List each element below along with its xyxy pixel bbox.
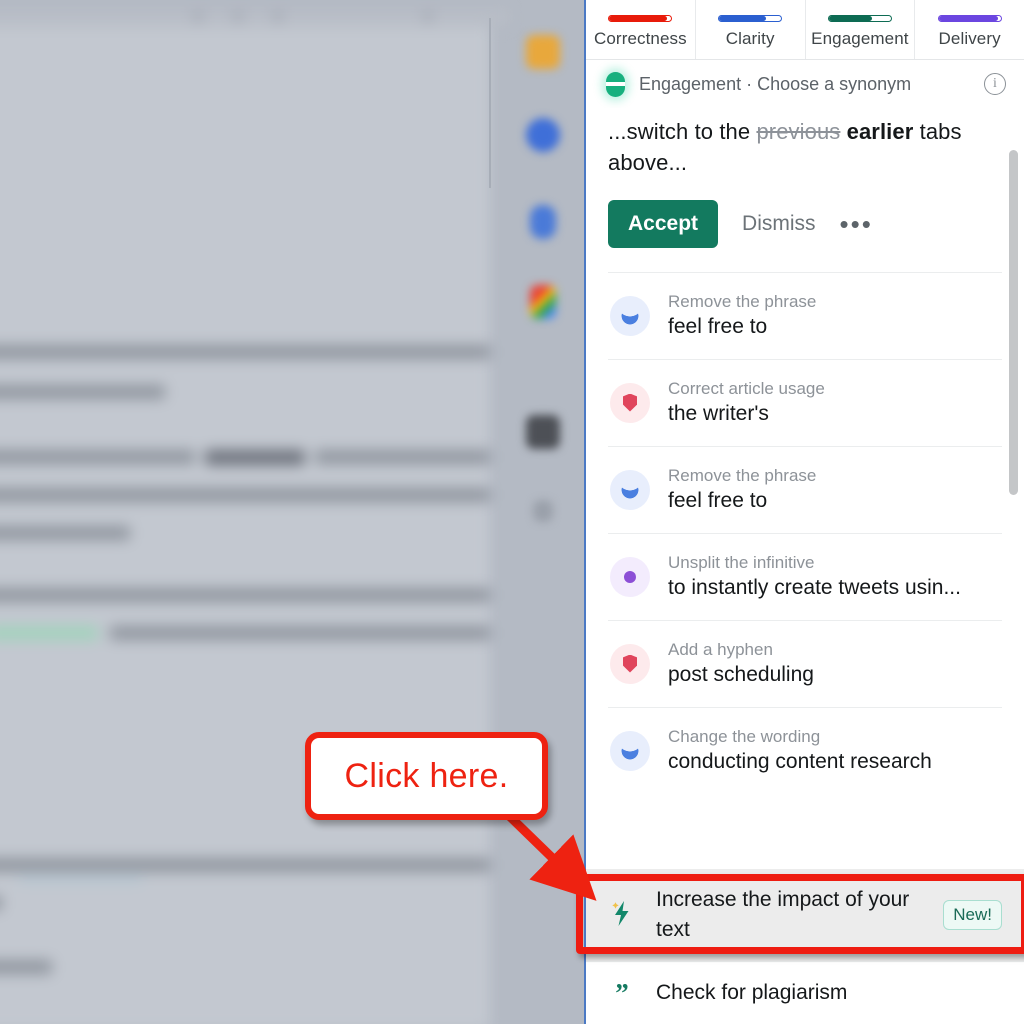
suggestion-row[interactable]: Change the wordingconducting content res…	[608, 707, 1002, 794]
suggestion-category: Remove the phrase	[668, 290, 816, 313]
correctness-shield-icon	[610, 383, 650, 423]
suggestion-value: to instantly create tweets usin...	[668, 574, 961, 602]
tab-correctness[interactable]: Correctness	[586, 0, 696, 59]
dismiss-button[interactable]: Dismiss	[740, 212, 818, 236]
suggestion-value: conducting content research	[668, 748, 932, 776]
scrollbar-thumb[interactable]	[1009, 150, 1018, 495]
rail-icon-orange	[526, 35, 560, 69]
suggestion-category: Correct article usage	[668, 377, 825, 400]
check-plagiarism-label: Check for plagiarism	[656, 978, 1002, 1008]
accept-button[interactable]: Accept	[608, 200, 718, 248]
suggestions-scroll-area[interactable]: ...switch to the previous earlier tabs a…	[586, 108, 1024, 869]
suggestion-value: the writer's	[668, 400, 825, 428]
suggestion-value: feel free to	[668, 313, 816, 341]
delivery-dot-icon	[610, 557, 650, 597]
tab-label-engagement: Engagement	[811, 29, 908, 49]
tab-label-delivery: Delivery	[939, 29, 1001, 49]
lightning-bolt-icon	[608, 898, 636, 933]
active-suggestion-text: ...switch to the previous earlier tabs a…	[608, 108, 1002, 178]
suggestion-category-header: Engagement · Choose a synonym i	[586, 60, 1024, 108]
meter-clarity	[718, 15, 782, 22]
suggestion-value: post scheduling	[668, 661, 814, 689]
document-page	[0, 10, 490, 1024]
suggestion-row[interactable]: Add a hyphenpost scheduling	[608, 620, 1002, 707]
tab-clarity[interactable]: Clarity	[696, 0, 806, 59]
tab-label-correctness: Correctness	[594, 29, 687, 49]
screenshot-root: Correctness Clarity Engagement Delivery …	[0, 0, 1024, 1024]
rail-icon-google	[530, 285, 556, 319]
click-here-callout: Click here.	[305, 732, 548, 820]
document-page-edge	[489, 18, 491, 188]
clarity-moon-icon	[610, 296, 650, 336]
suggestion-category: Change the wording	[668, 725, 932, 748]
callout-text: Click here.	[345, 757, 509, 796]
suggestion-strikethrough: previous	[756, 119, 840, 144]
tab-engagement[interactable]: Engagement	[806, 0, 916, 59]
rail-icon-blue	[526, 118, 560, 152]
suggestion-list: Remove the phrasefeel free toCorrect art…	[608, 272, 1002, 794]
rail-icon-dark	[526, 415, 560, 449]
meter-engagement	[828, 15, 892, 22]
more-options-icon[interactable]: •••	[840, 217, 873, 231]
quote-icon: ”	[608, 983, 636, 1003]
scrollbar[interactable]	[1009, 114, 1018, 863]
suggestion-row[interactable]: Remove the phrasefeel free to	[608, 272, 1002, 359]
meter-correctness	[608, 15, 672, 22]
document-toolbar	[0, 10, 510, 26]
info-icon[interactable]: i	[984, 73, 1006, 95]
suggestion-value: feel free to	[668, 487, 816, 515]
suggestion-replacement: earlier	[847, 119, 914, 144]
meter-delivery	[938, 15, 1002, 22]
tab-label-clarity: Clarity	[726, 29, 775, 49]
suggestion-row[interactable]: Correct article usagethe writer's	[608, 359, 1002, 446]
suggestion-prefix: ...switch to the	[608, 119, 756, 144]
rail-icon-person	[530, 205, 556, 239]
panel-bottom-actions: Increase the impact of your text New! ” …	[586, 869, 1024, 1024]
suggestion-actions: Accept Dismiss •••	[608, 178, 1002, 272]
clarity-moon-icon	[610, 731, 650, 771]
suggestion-category: Remove the phrase	[668, 464, 816, 487]
engagement-pill-icon	[606, 72, 625, 97]
clarity-moon-icon	[610, 470, 650, 510]
suggestion-row[interactable]: Unsplit the infinitiveto instantly creat…	[608, 533, 1002, 620]
increase-impact-action[interactable]: Increase the impact of your text New!	[586, 869, 1024, 961]
suggestion-category: Unsplit the infinitive	[668, 551, 961, 574]
score-tabs: Correctness Clarity Engagement Delivery	[586, 0, 1024, 60]
check-plagiarism-action[interactable]: ” Check for plagiarism	[586, 961, 1024, 1024]
suggestion-category-title: Engagement · Choose a synonym	[639, 74, 970, 95]
new-badge: New!	[943, 900, 1002, 930]
grammarly-panel: Correctness Clarity Engagement Delivery …	[584, 0, 1024, 1024]
suggestion-row[interactable]: Remove the phrasefeel free to	[608, 446, 1002, 533]
correctness-shield-icon	[610, 644, 650, 684]
rail-icon-gray	[533, 500, 553, 522]
increase-impact-label: Increase the impact of your text	[656, 885, 923, 945]
tab-delivery[interactable]: Delivery	[915, 0, 1024, 59]
suggestion-category: Add a hyphen	[668, 638, 814, 661]
